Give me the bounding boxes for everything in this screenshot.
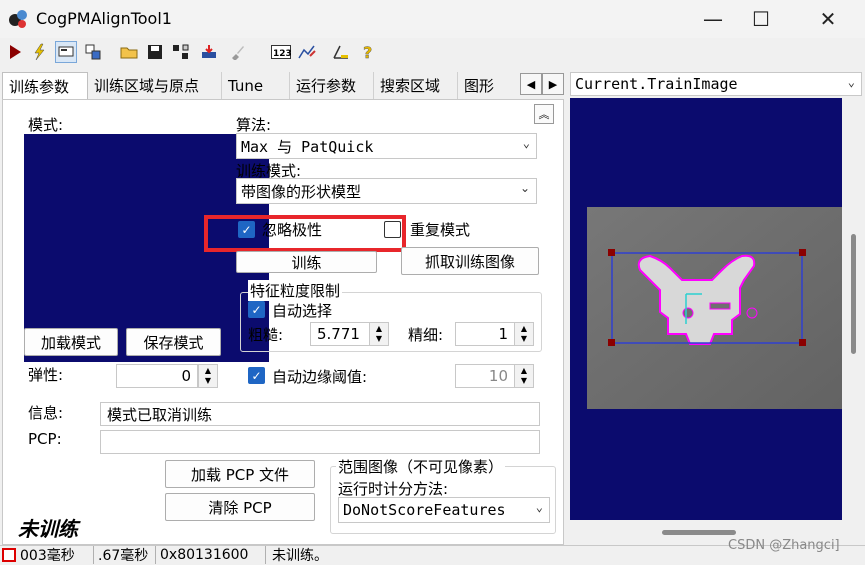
pcp-label: PCP: (28, 430, 62, 448)
display-icon[interactable] (55, 41, 77, 63)
algorithm-select[interactable]: Max 与 PatQuick ⌄ (236, 133, 537, 159)
chevron-down-icon: ⌄ (535, 500, 543, 514)
auto-edge-label: 自动边缘阈值: (272, 368, 368, 386)
algorithm-value: Max 与 PatQuick (241, 137, 374, 156)
save-icon[interactable] (144, 41, 166, 63)
svg-text:?: ? (363, 43, 372, 61)
auto-edge-input[interactable]: 10 (455, 364, 515, 388)
run-icon[interactable] (4, 41, 26, 63)
load-pattern-button[interactable]: 加载模式 (24, 328, 118, 356)
ruler-icon[interactable] (330, 41, 352, 63)
auto-edge-checkbox[interactable]: ✓ (248, 367, 265, 384)
pattern-label: 模式: (28, 116, 64, 134)
tab-tune[interactable]: Tune (222, 72, 290, 99)
repeat-mode-label: 重复模式 (410, 221, 471, 239)
scoring-label: 运行时计分方法: (338, 480, 449, 498)
region-handle[interactable] (799, 249, 806, 256)
status-time2: .67毫秒 (94, 546, 156, 564)
info-field: 模式已取消训练 (100, 402, 540, 426)
grab-train-image-button[interactable]: 抓取训练图像 (401, 247, 539, 275)
elasticity-input[interactable]: 0 (116, 364, 198, 388)
tab-run-params[interactable]: 运行参数 (290, 72, 374, 99)
granularity-label: 特征粒度限制 (248, 280, 343, 301)
auto-edge-spinner[interactable]: ▲ ▼ (514, 364, 534, 388)
clear-pcp-button[interactable]: 清除 PCP (165, 493, 315, 521)
coarse-label: 粗糙: (248, 326, 284, 344)
auto-select-label: 自动选择 (272, 302, 333, 320)
region-handle[interactable] (608, 339, 615, 346)
watermark: CSDN @Zhangci] (728, 538, 840, 553)
vertical-scrollbar-thumb[interactable] (851, 234, 856, 354)
info-label: 信息: (28, 404, 64, 422)
edit-graph-icon[interactable] (296, 41, 318, 63)
repeat-mode-checkbox[interactable] (384, 221, 401, 238)
tab-train-region[interactable]: 训练区域与原点 (88, 72, 222, 99)
import-icon[interactable] (198, 41, 220, 63)
fine-label: 精细: (408, 326, 444, 344)
elasticity-spinner[interactable]: ▲ ▼ (198, 364, 218, 388)
image-selector[interactable]: Current.TrainImage ⌄ (570, 72, 862, 96)
window-title: CogPMAlignTool1 (36, 9, 172, 28)
chevron-down-icon: ⌄ (847, 75, 855, 89)
coarse-input[interactable]: 5.771 (310, 322, 370, 346)
train-mode-value: 带图像的形状模型 (241, 182, 362, 201)
auto-select-checkbox[interactable]: ✓ (248, 301, 265, 318)
untrained-text: 未训练 (18, 517, 78, 541)
pcp-field[interactable] (100, 430, 540, 454)
status-code: 0x80131600 (156, 546, 266, 564)
tab-graphics[interactable]: 图形 (458, 72, 518, 99)
status-time1: 003毫秒 (16, 546, 94, 564)
minimize-button[interactable]: — (690, 0, 736, 38)
image-display (570, 98, 842, 520)
chevron-down-icon: ⌄ (519, 181, 530, 195)
image-selector-value: Current.TrainImage (575, 75, 738, 93)
tab-next-button[interactable]: ▶ (542, 73, 564, 95)
save-pattern-button[interactable]: 保存模式 (126, 328, 221, 356)
open-folder-icon[interactable] (118, 41, 140, 63)
tab-train-params[interactable]: 训练参数 (2, 72, 88, 99)
load-pcp-button[interactable]: 加载 PCP 文件 (165, 460, 315, 488)
horizontal-scrollbar-thumb[interactable] (662, 530, 736, 535)
error-icon (2, 548, 16, 562)
tab-prev-button[interactable]: ◀ (520, 73, 542, 95)
scoring-value: DoNotScoreFeatures (343, 501, 506, 519)
app-icon (6, 7, 30, 31)
scoring-select[interactable]: DoNotScoreFeatures ⌄ (338, 497, 550, 523)
grab-icon[interactable] (170, 41, 192, 63)
train-button[interactable]: 训练 (236, 251, 377, 273)
brush-icon[interactable] (226, 41, 248, 63)
algorithm-label: 算法: (236, 116, 272, 134)
grid-icon[interactable] (82, 41, 104, 63)
electric-icon[interactable] (28, 41, 50, 63)
fine-input[interactable]: 1 (455, 322, 515, 346)
coarse-spinner[interactable]: ▲ ▼ (369, 322, 389, 346)
elasticity-label: 弹性: (28, 366, 64, 384)
svg-text:123: 123 (273, 49, 291, 59)
vertical-scrollbar[interactable] (846, 98, 863, 520)
chevron-down-icon: ⌄ (522, 136, 530, 150)
range-image-label: 范围图像（不可见像素） (336, 456, 506, 477)
region-handle[interactable] (608, 249, 615, 256)
number-icon[interactable]: 123 (270, 41, 292, 63)
help-icon[interactable]: ? (358, 41, 380, 63)
train-image-svg (587, 207, 842, 409)
collapse-icon[interactable]: ︽ (534, 104, 554, 124)
highlight-box (204, 215, 406, 252)
region-handle[interactable] (799, 339, 806, 346)
tab-search-region[interactable]: 搜索区域 (374, 72, 458, 99)
maximize-button[interactable]: ☐ (738, 0, 784, 38)
status-message: 未训练。 (272, 548, 328, 564)
close-button[interactable]: ✕ (805, 0, 851, 38)
fine-spinner[interactable]: ▲ ▼ (514, 322, 534, 346)
train-mode-select[interactable]: 带图像的形状模型 ⌄ (236, 178, 537, 204)
